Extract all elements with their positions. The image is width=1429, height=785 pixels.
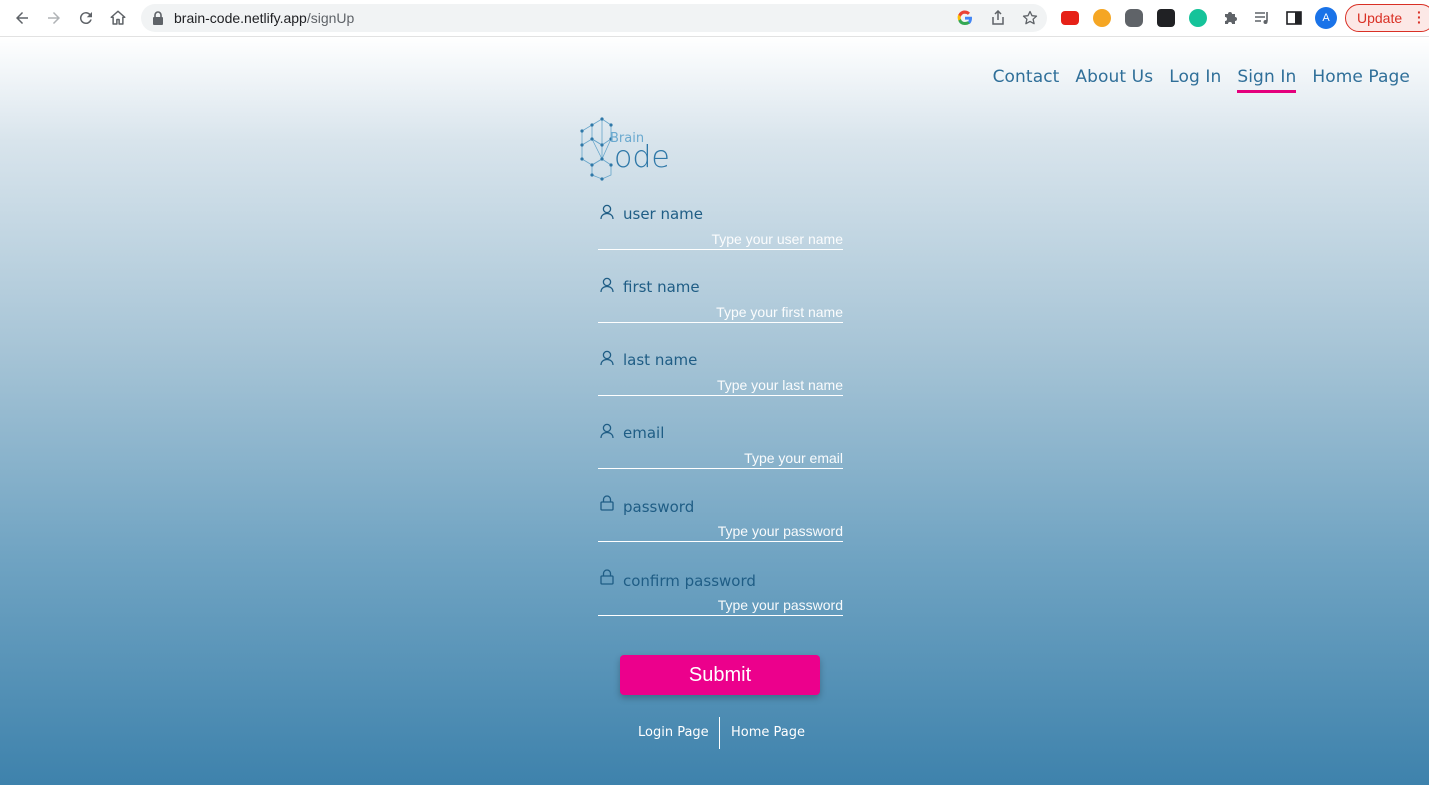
share-icon[interactable]: [990, 10, 1006, 26]
login-page-link[interactable]: Login Page: [638, 725, 709, 740]
user-icon: [600, 204, 614, 220]
home-icon[interactable]: [108, 8, 128, 28]
reload-icon[interactable]: [76, 8, 96, 28]
submit-button[interactable]: Submit: [620, 655, 820, 695]
confirm-password-label: confirm password: [623, 572, 756, 590]
nav-link-log-in[interactable]: Log In: [1169, 67, 1221, 93]
clock-extension-icon[interactable]: [1093, 9, 1111, 27]
lock-icon: [600, 569, 614, 585]
user-icon: [600, 350, 614, 366]
update-label: Update: [1357, 10, 1403, 26]
back-arrow-icon[interactable]: [12, 8, 32, 28]
nav-link-about-us[interactable]: About Us: [1075, 67, 1153, 93]
field-email: email: [598, 421, 843, 494]
field-user-name: user name: [598, 202, 843, 275]
brain-code-logo: Brain ode: [580, 117, 670, 181]
field-confirm-password: confirm password: [598, 568, 843, 641]
email-input[interactable]: [598, 448, 843, 469]
user-name-input[interactable]: [598, 229, 843, 250]
signup-form: user name first name last name emai: [598, 202, 843, 641]
bookmark-star-icon[interactable]: [1022, 10, 1038, 26]
user-icon: [600, 277, 614, 293]
first-name-label: first name: [623, 278, 700, 296]
home-page-link[interactable]: Home Page: [731, 725, 805, 740]
signup-page: Contact About Us Log In Sign In Home Pag…: [0, 37, 1429, 785]
field-first-name: first name: [598, 275, 843, 348]
browser-toolbar: brain-code.netlify.app/signUp A Update ·…: [0, 0, 1429, 37]
first-name-input[interactable]: [598, 302, 843, 323]
url-text: brain-code.netlify.app/signUp: [174, 10, 355, 26]
menu-dots-icon: · · ·: [1417, 4, 1422, 30]
lock-icon: [153, 11, 163, 25]
top-navigation: Contact About Us Log In Sign In Home Pag…: [993, 67, 1410, 93]
nav-link-home-page[interactable]: Home Page: [1312, 67, 1410, 93]
password-label: password: [623, 498, 695, 516]
nav-link-contact[interactable]: Contact: [993, 67, 1060, 93]
lock-icon: [600, 495, 614, 511]
update-button[interactable]: Update · · ·: [1345, 4, 1429, 32]
youtube-extension-icon[interactable]: [1061, 11, 1079, 25]
user-name-label: user name: [623, 205, 704, 223]
footer-links: Login Page Home Page: [620, 717, 820, 749]
address-bar[interactable]: brain-code.netlify.app/signUp: [141, 4, 1047, 32]
last-name-label: last name: [623, 351, 698, 369]
media-queue-icon[interactable]: [1253, 9, 1271, 27]
puzzle-extensions-icon[interactable]: [1221, 9, 1239, 27]
last-name-input[interactable]: [598, 375, 843, 396]
profile-avatar[interactable]: A: [1315, 7, 1337, 29]
field-last-name: last name: [598, 348, 843, 421]
grammarly-extension-icon[interactable]: [1189, 9, 1207, 27]
password-input[interactable]: [598, 521, 843, 542]
confirm-password-input[interactable]: [598, 595, 843, 616]
robot-extension-icon[interactable]: [1125, 9, 1143, 27]
tools-extension-icon[interactable]: [1157, 9, 1175, 27]
link-divider: [719, 717, 720, 749]
side-panel-icon[interactable]: [1285, 9, 1303, 27]
google-icon[interactable]: [957, 10, 973, 26]
nav-link-sign-in[interactable]: Sign In: [1237, 67, 1297, 93]
email-label: email: [623, 424, 665, 442]
logo-text-ode: ode: [614, 140, 670, 175]
user-icon: [600, 423, 614, 439]
forward-arrow-icon[interactable]: [44, 8, 64, 28]
field-password: password: [598, 494, 843, 568]
